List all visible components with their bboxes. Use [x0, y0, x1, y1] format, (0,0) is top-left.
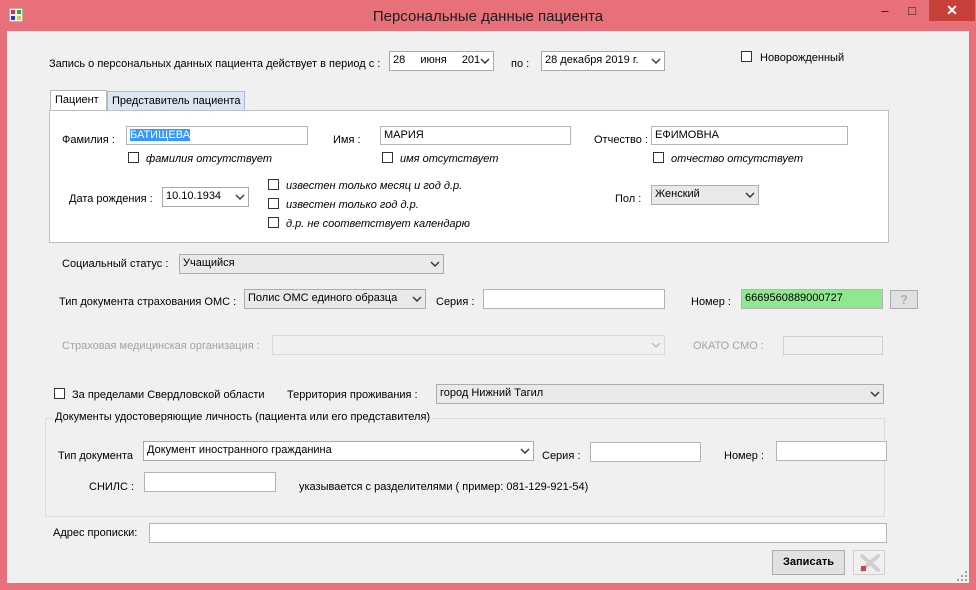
only-month-year-checkbox[interactable]	[268, 179, 279, 190]
surname-value: БАТИЩЕВА	[130, 129, 191, 141]
resize-grip-icon[interactable]	[956, 570, 968, 582]
id-doc-type-value: Документ иностранного гражданина	[147, 444, 332, 456]
oms-doc-type-value: Полис ОМС единого образца	[248, 292, 398, 304]
outside-region-label: За пределами Свердловской области	[72, 389, 265, 401]
oms-number-input[interactable]: 6669560889000727	[741, 289, 883, 309]
oms-doc-type-select[interactable]: Полис ОМС единого образца	[244, 289, 426, 309]
snils-hint: указывается с разделителями ( пример: 08…	[299, 481, 589, 493]
address-label: Адрес прописки:	[53, 527, 138, 539]
okato-label: ОКАТО СМО :	[693, 340, 764, 352]
window-title: Персональные данные пациента	[372, 8, 604, 25]
chevron-down-icon	[412, 296, 422, 302]
oms-number-label: Номер :	[691, 296, 731, 308]
territory-select[interactable]: город Нижний Тагил	[436, 384, 884, 404]
cancel-button[interactable]	[853, 550, 885, 575]
close-icon	[860, 554, 880, 572]
chevron-down-icon	[745, 192, 755, 198]
birthdate-value: 10.10.1934	[166, 190, 222, 202]
chevron-down-icon	[480, 58, 490, 64]
only-year-checkbox[interactable]	[268, 198, 279, 209]
period-to-label: по :	[511, 58, 530, 70]
insurer-label: Страховая медицинская организация :	[62, 340, 260, 352]
newborn-checkbox[interactable]	[741, 51, 752, 62]
chevron-down-icon	[651, 58, 661, 64]
tab-patient[interactable]: Пациент	[50, 90, 107, 112]
surname-missing-checkbox[interactable]	[128, 152, 139, 163]
save-button[interactable]: Записать	[772, 550, 845, 575]
territory-value: город Нижний Тагил	[440, 387, 544, 399]
newborn-label: Новорожденный	[760, 52, 845, 64]
snils-input[interactable]	[144, 472, 276, 492]
territory-label: Территория проживания :	[287, 389, 418, 401]
address-input[interactable]	[149, 523, 887, 543]
gender-select[interactable]: Женский	[651, 185, 759, 205]
social-status-value: Учащийся	[183, 257, 235, 269]
patronymic-input[interactable]: ЕФИМОВНА	[651, 126, 848, 145]
chevron-down-icon	[235, 194, 245, 200]
not-calendar-checkbox[interactable]	[268, 217, 279, 228]
period-label: Запись о персональных данных пациента де…	[49, 58, 381, 70]
period-from-month: июня	[420, 54, 447, 66]
oms-series-input[interactable]	[483, 289, 665, 309]
surname-missing-label: фамилия отсутствует	[146, 153, 272, 165]
patronymic-label: Отчество :	[594, 134, 648, 146]
id-doc-number-label: Номер :	[724, 450, 764, 462]
only-month-year-label: известен только месяц и год д.р.	[286, 180, 463, 192]
period-to-date[interactable]: 28 декабря 2019 г.	[541, 51, 665, 71]
surname-input[interactable]: БАТИЩЕВА	[126, 126, 308, 145]
name-missing-checkbox[interactable]	[382, 152, 393, 163]
minimize-button[interactable]: –	[872, 1, 898, 21]
insurer-select[interactable]	[272, 335, 665, 355]
patronymic-missing-label: отчество отсутствует	[671, 153, 804, 165]
chevron-down-icon	[520, 448, 530, 454]
not-calendar-label: д.р. не соответствует календарю	[286, 218, 470, 230]
id-doc-type-label: Тип документа	[58, 450, 134, 462]
surname-label: Фамилия :	[62, 134, 115, 146]
oms-doc-type-label: Тип документа страхования ОМС :	[59, 296, 237, 308]
social-status-select[interactable]: Учащийся	[179, 254, 444, 274]
social-status-label: Социальный статус :	[62, 258, 169, 270]
help-icon: ?	[900, 292, 908, 307]
id-doc-number-input[interactable]	[776, 441, 887, 461]
name-missing-label: имя отсутствует	[400, 153, 499, 165]
tab-representative[interactable]: Представитель пациента	[107, 91, 245, 111]
snils-label: СНИЛС :	[89, 481, 135, 493]
chevron-down-icon	[430, 261, 440, 267]
okato-input[interactable]	[783, 336, 883, 355]
name-input[interactable]: МАРИЯ	[380, 126, 571, 145]
only-year-label: известен только год д.р.	[286, 199, 419, 211]
id-docs-group-label: Документы удостоверяющие личность (пацие…	[53, 411, 433, 423]
id-doc-series-input[interactable]	[590, 442, 701, 462]
period-to-value: 28 декабря 2019 г.	[545, 54, 639, 66]
birthdate-picker[interactable]: 10.10.1934	[162, 187, 249, 207]
period-from-year: 201	[461, 54, 481, 66]
period-from-date[interactable]: 28 июня 201	[389, 51, 494, 71]
id-docs-group	[45, 418, 885, 517]
chevron-down-icon	[870, 391, 880, 397]
gender-value: Женский	[655, 188, 700, 200]
maximize-button[interactable]: □	[898, 1, 926, 21]
id-doc-type-select[interactable]: Документ иностранного гражданина	[143, 441, 534, 461]
chevron-down-icon	[651, 342, 661, 348]
period-from-day: 28	[393, 54, 406, 66]
patronymic-missing-checkbox[interactable]	[653, 152, 664, 163]
close-window-button[interactable]: ✕	[929, 0, 975, 21]
outside-region-checkbox[interactable]	[54, 388, 65, 399]
name-label: Имя :	[333, 134, 361, 146]
birthdate-label: Дата рождения :	[69, 193, 153, 205]
gender-label: Пол :	[615, 193, 642, 205]
oms-series-label: Серия :	[436, 296, 475, 308]
id-doc-series-label: Серия :	[542, 450, 581, 462]
oms-help-button[interactable]: ?	[890, 290, 918, 309]
